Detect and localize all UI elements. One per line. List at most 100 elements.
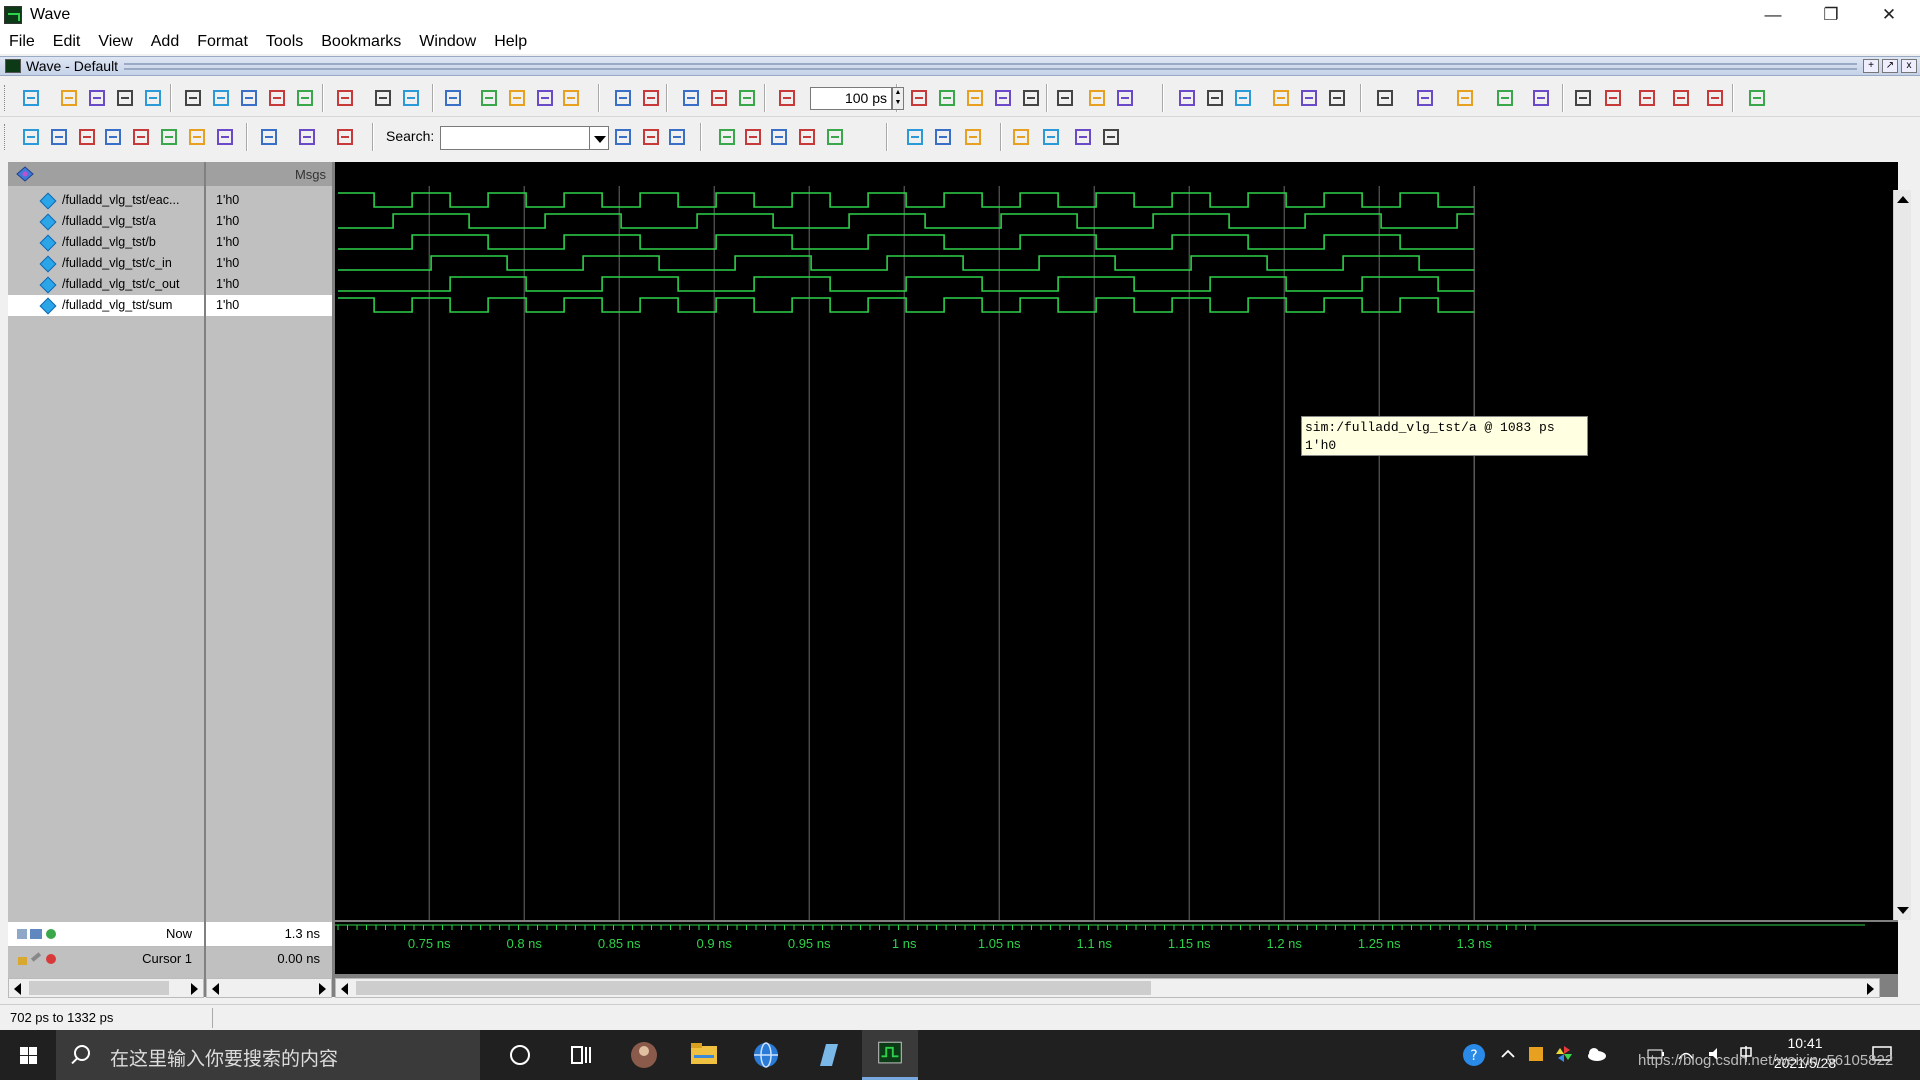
- toolbar-wave-icon[interactable]: [48, 126, 70, 148]
- signal-name-row[interactable]: /fulladd_vlg_tst/a: [8, 211, 204, 232]
- user-avatar-app-icon[interactable]: [616, 1030, 672, 1080]
- signal-value-row[interactable]: 1'h0: [206, 295, 332, 316]
- toolbar-wave-icon[interactable]: [186, 126, 208, 148]
- palette-icon[interactable]: [16, 166, 34, 182]
- scroll-thumb[interactable]: [356, 981, 1151, 995]
- toolbar-action-icon[interactable]: [1746, 87, 1768, 109]
- toolbar-wave-icon[interactable]: [1040, 126, 1062, 148]
- cursor-label[interactable]: Cursor 1: [142, 951, 192, 966]
- toolbar-action-icon[interactable]: [58, 87, 80, 109]
- toolbar-action-icon[interactable]: [560, 87, 582, 109]
- frame-dock-button[interactable]: +: [1863, 59, 1879, 73]
- scroll-left-arrow[interactable]: [14, 983, 21, 995]
- waveform-trace[interactable]: [338, 234, 1475, 250]
- name-pane-hscroll[interactable]: [8, 978, 204, 998]
- toolbar-action-icon[interactable]: [680, 87, 702, 109]
- toolbar-action-icon[interactable]: [534, 87, 556, 109]
- start-button[interactable]: [0, 1030, 56, 1080]
- toolbar-action-icon[interactable]: [1572, 87, 1594, 109]
- signal-value-row[interactable]: 1'h0: [206, 190, 332, 211]
- toolbar-action-icon[interactable]: [992, 87, 1014, 109]
- toolbar-action-icon[interactable]: [400, 87, 422, 109]
- globe-app-icon[interactable]: [738, 1030, 794, 1080]
- toolbar-action-icon[interactable]: [266, 87, 288, 109]
- wave-hscroll[interactable]: [335, 978, 1880, 998]
- menu-tools[interactable]: Tools: [257, 33, 312, 51]
- restore-button[interactable]: ❐: [1802, 0, 1860, 29]
- toolbar-action-icon[interactable]: [86, 87, 108, 109]
- toolbar-wave-icon[interactable]: [962, 126, 984, 148]
- toolbar-action-icon[interactable]: [936, 87, 958, 109]
- toolbar-action-icon[interactable]: [1270, 87, 1292, 109]
- toolbar-grip[interactable]: [4, 124, 7, 150]
- toolbar-action-icon[interactable]: [1054, 87, 1076, 109]
- menu-help[interactable]: Help: [485, 33, 536, 51]
- taskbar-search-box[interactable]: 在这里输入你要搜索的内容: [56, 1030, 480, 1080]
- toolbar-action-icon[interactable]: [1020, 87, 1042, 109]
- cursor-add-icon[interactable]: [16, 926, 60, 942]
- menu-edit[interactable]: Edit: [44, 33, 90, 51]
- toolbar-wave-icon[interactable]: [1100, 126, 1122, 148]
- frame-close-button[interactable]: x: [1901, 59, 1917, 73]
- ime-tray-icon[interactable]: [1526, 1044, 1546, 1064]
- toolbar-action-icon[interactable]: [1454, 87, 1476, 109]
- menu-bookmarks[interactable]: Bookmarks: [312, 33, 410, 51]
- chevron-up-icon[interactable]: [1498, 1044, 1518, 1064]
- toolbar-action-icon[interactable]: [210, 87, 232, 109]
- signal-name-row[interactable]: /fulladd_vlg_tst/c_out: [8, 274, 204, 295]
- toolbar-action-icon[interactable]: [1670, 87, 1692, 109]
- toolbar-action-icon[interactable]: [1232, 87, 1254, 109]
- toolbar-action-icon[interactable]: [964, 87, 986, 109]
- toolbar-action-icon[interactable]: [1530, 87, 1552, 109]
- toolbar-wave-icon[interactable]: [796, 126, 818, 148]
- toolbar-action-icon[interactable]: [478, 87, 500, 109]
- scroll-up-arrow[interactable]: [1897, 196, 1909, 203]
- toolbar-wave-icon[interactable]: [102, 126, 124, 148]
- toolbar-action-icon[interactable]: [142, 87, 164, 109]
- frame-undock-button[interactable]: ↗: [1882, 59, 1898, 73]
- toolbar-wave-icon[interactable]: [258, 126, 280, 148]
- toolbar-action-icon[interactable]: [1204, 87, 1226, 109]
- task-view-icon[interactable]: [552, 1030, 608, 1080]
- cortana-icon[interactable]: [492, 1030, 548, 1080]
- help-icon[interactable]: ?: [1462, 1043, 1486, 1067]
- toolbar-action-icon[interactable]: [1114, 87, 1136, 109]
- signal-name-row[interactable]: /fulladd_vlg_tst/sum: [8, 295, 204, 316]
- toolbar-action-icon[interactable]: [442, 87, 464, 109]
- toolbar-action-icon[interactable]: [1414, 87, 1436, 109]
- toolbar-action-icon[interactable]: [114, 87, 136, 109]
- toolbar-action-icon[interactable]: [736, 87, 758, 109]
- toolbar-action-icon[interactable]: [1086, 87, 1108, 109]
- toolbar-wave-icon[interactable]: [716, 126, 738, 148]
- toolbar-wave-icon[interactable]: [214, 126, 236, 148]
- toolbar-action-icon[interactable]: [1326, 87, 1348, 109]
- toolbar-wave-icon[interactable]: [932, 126, 954, 148]
- waveform-trace[interactable]: [338, 213, 1475, 229]
- scroll-left-arrow[interactable]: [212, 983, 219, 995]
- search-dropdown-button[interactable]: [589, 126, 609, 150]
- menu-format[interactable]: Format: [188, 33, 257, 51]
- toolbar-action-icon[interactable]: [1704, 87, 1726, 109]
- signal-name-row[interactable]: /fulladd_vlg_tst/c_in: [8, 253, 204, 274]
- close-button[interactable]: ✕: [1860, 0, 1918, 29]
- toolbar-action-icon[interactable]: [776, 87, 798, 109]
- toolbar-action-icon[interactable]: [640, 87, 662, 109]
- signal-value-row[interactable]: 1'h0: [206, 253, 332, 274]
- toolbar-action-icon[interactable]: [908, 87, 930, 109]
- toolbar-action-icon[interactable]: [1602, 87, 1624, 109]
- waveform-trace[interactable]: [338, 255, 1475, 271]
- toolbar-wave-icon[interactable]: [742, 126, 764, 148]
- menu-view[interactable]: View: [89, 33, 141, 51]
- cursor-lock-icon[interactable]: [16, 951, 60, 967]
- toolbar-action-icon[interactable]: [334, 87, 356, 109]
- signal-value-row[interactable]: 1'h0: [206, 274, 332, 295]
- signal-value-row[interactable]: 1'h0: [206, 232, 332, 253]
- toolbar-action-icon[interactable]: [1494, 87, 1516, 109]
- file-explorer-icon[interactable]: [676, 1030, 732, 1080]
- toolbar-wave-icon[interactable]: [158, 126, 180, 148]
- signal-value-row[interactable]: 1'h0: [206, 211, 332, 232]
- signal-name-row[interactable]: /fulladd_vlg_tst/eac...: [8, 190, 204, 211]
- menu-file[interactable]: File: [0, 33, 44, 51]
- toolbar-wave-icon[interactable]: [334, 126, 356, 148]
- toolbar-action-icon[interactable]: [372, 87, 394, 109]
